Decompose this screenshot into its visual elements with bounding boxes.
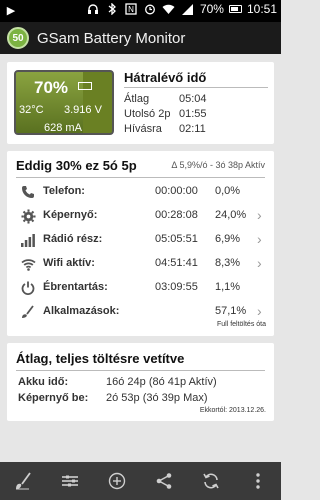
- divider: [124, 87, 268, 88]
- bottom-toolbar: [0, 462, 281, 500]
- battery-percent-large: 70%: [34, 78, 69, 97]
- remaining-value: 02:11: [179, 123, 206, 135]
- add-icon[interactable]: [102, 466, 132, 496]
- projection-label: Képernyő be:: [18, 392, 89, 404]
- usage-row-radio[interactable]: Rádió rész: 05:05:51 6,9% ›: [7, 228, 274, 252]
- usage-label: Alkalmazások:: [43, 305, 120, 317]
- battery-percent: 70%: [199, 2, 224, 16]
- equalizer-icon[interactable]: [55, 466, 85, 496]
- projection-value: 16ó 24p (8ó 41p Aktív): [106, 376, 217, 388]
- projection-row: Képernyő be: 2ó 53p (3ó 39p Max): [18, 392, 208, 404]
- phone-icon: [19, 183, 37, 201]
- chevron-right-icon: ›: [257, 207, 262, 223]
- projection-card: Átlag, teljes töltésre vetítve Akku idő:…: [7, 343, 274, 421]
- wifi-icon: [162, 2, 176, 16]
- usage-label: Telefon:: [43, 185, 85, 197]
- chevron-right-icon: ›: [257, 303, 262, 319]
- usage-row-wifi[interactable]: Wifi aktív: 04:51:41 8,3% ›: [7, 252, 274, 276]
- usage-percent: 0,0%: [215, 185, 241, 197]
- battery-graphic: 70% 32°C 3.916 V 628 mA: [14, 70, 114, 135]
- usage-row-screen[interactable]: Képernyő: 00:28:08 24,0% ›: [7, 204, 274, 228]
- status-bar: ▶ N 70% 10:51: [0, 0, 281, 22]
- remaining-title: Hátralévő idő: [124, 70, 207, 85]
- usage-label: Wifi aktív:: [43, 257, 95, 269]
- usage-percent: 8,3%: [215, 257, 241, 269]
- power-icon: [19, 279, 37, 297]
- battery-card[interactable]: 70% 32°C 3.916 V 628 mA Hátralévő idő Át…: [7, 62, 274, 144]
- projection-label: Akku idő:: [18, 376, 69, 388]
- usage-subtitle: Δ 5,9%/ó - 3ó 38p Aktív: [171, 160, 265, 170]
- share-icon[interactable]: [149, 466, 179, 496]
- remaining-row: Hívásra 02:11: [124, 123, 206, 135]
- signal-icon: [181, 2, 195, 16]
- remaining-label: Utolsó 2p: [124, 108, 171, 120]
- play-icon: ▶: [6, 4, 16, 17]
- usage-time: 04:51:41: [155, 257, 198, 269]
- usage-time: 03:09:55: [155, 281, 198, 293]
- remaining-value: 01:55: [179, 108, 207, 120]
- nfc-icon: N: [124, 2, 138, 16]
- remaining-row: Átlag 05:04: [124, 93, 207, 105]
- svg-text:N: N: [128, 5, 134, 14]
- alarm-icon: [143, 2, 157, 16]
- usage-row-phone[interactable]: Telefon: 00:00:00 0,0%: [7, 180, 274, 204]
- remaining-label: Átlag: [124, 93, 150, 105]
- divider: [16, 177, 265, 178]
- signal-bars-icon: [19, 231, 37, 249]
- divider: [16, 370, 265, 371]
- chevron-right-icon: ›: [257, 255, 262, 271]
- status-left: ▶: [4, 3, 18, 17]
- clock: 10:51: [246, 2, 277, 16]
- app-title: GSam Battery Monitor: [37, 29, 186, 47]
- usage-percent: 57,1%: [215, 305, 247, 317]
- usage-percent: 1,1%: [215, 281, 241, 293]
- usage-title: Eddig 30% ez 5ó 5p: [16, 158, 137, 173]
- usage-time: 05:05:51: [155, 233, 198, 245]
- remaining-value: 05:04: [179, 93, 207, 105]
- battery-current: 628 mA: [44, 122, 82, 134]
- usage-percent: 24,0%: [215, 209, 247, 221]
- more-icon[interactable]: [243, 466, 273, 496]
- usage-time: 00:00:00: [155, 185, 198, 197]
- battery-temperature: 32°C: [19, 104, 44, 116]
- battery-voltage: 3.916 V: [64, 104, 102, 116]
- usage-card: Eddig 30% ez 5ó 5p Δ 5,9%/ó - 3ó 38p Akt…: [7, 151, 274, 336]
- battery-icon: [228, 5, 242, 13]
- usage-label: Ébrentartás:: [43, 281, 108, 293]
- projection-title: Átlag, teljes töltésre vetítve: [16, 351, 185, 366]
- usage-footer: Full feltöltés óta: [216, 321, 266, 328]
- headphones-icon: [86, 2, 100, 16]
- plug-icon: [78, 82, 92, 90]
- usage-label: Rádió rész:: [43, 233, 103, 245]
- wifi-icon: [19, 255, 37, 273]
- usage-row-wakelock[interactable]: Ébrentartás: 03:09:55 1,1%: [7, 276, 274, 300]
- usage-label: Képernyő:: [43, 209, 98, 221]
- chevron-right-icon: ›: [257, 231, 262, 247]
- apps-brush-icon: [19, 303, 37, 321]
- projection-value: 2ó 53p (3ó 39p Max): [106, 392, 208, 404]
- projection-footer: Ekkortól: 2013.12.26.: [199, 407, 266, 414]
- status-right: N 70% 10:51: [86, 2, 277, 16]
- remaining-row: Utolsó 2p 01:55: [124, 108, 207, 120]
- projection-row: Akku idő: 16ó 24p (8ó 41p Aktív): [18, 376, 217, 388]
- app-logo[interactable]: 50: [7, 27, 29, 49]
- usage-time: 00:28:08: [155, 209, 198, 221]
- bluetooth-icon: [105, 2, 119, 16]
- app-bar: 50 GSam Battery Monitor: [0, 22, 281, 54]
- refresh-icon[interactable]: [196, 466, 226, 496]
- brush-icon[interactable]: [8, 466, 38, 496]
- remaining-label: Hívásra: [124, 123, 162, 135]
- gear-icon: [19, 207, 37, 225]
- usage-percent: 6,9%: [215, 233, 241, 245]
